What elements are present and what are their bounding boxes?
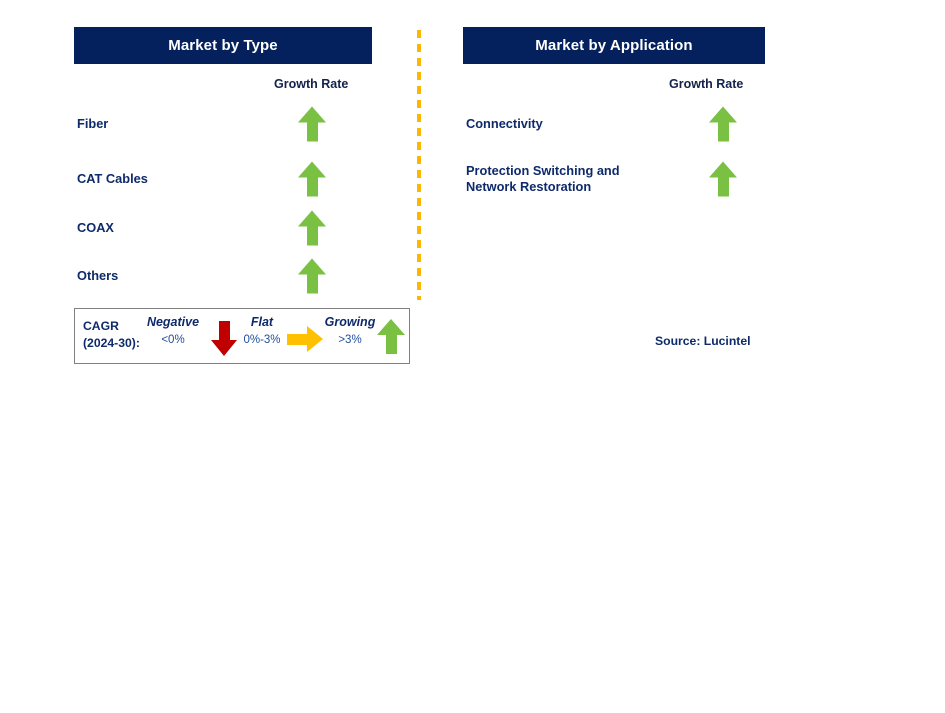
segment-label-fiber: Fiber — [77, 116, 109, 131]
legend-icon-negative — [211, 321, 238, 356]
legend-label-flat: Flat — [250, 315, 274, 329]
legend-label-growing: Growing — [324, 315, 376, 329]
segment-label-connectivity: Connectivity — [466, 116, 543, 131]
segment-label-coax: COAX — [77, 220, 114, 235]
vertical-dashed-divider — [417, 30, 421, 300]
up-arrow-icon — [298, 210, 326, 246]
source-attribution: Source: Lucintel — [655, 334, 751, 348]
panel-header-market-by-type: Market by Type — [74, 27, 372, 64]
up-arrow-icon — [298, 106, 326, 142]
growth-indicator-protection-switching — [709, 161, 737, 197]
down-arrow-icon — [211, 321, 238, 356]
growth-indicator-coax — [298, 210, 326, 246]
segment-label-others: Others — [77, 268, 119, 283]
legend-label-negative: Negative — [146, 315, 200, 329]
segment-label-cat-cables: CAT Cables — [77, 171, 148, 186]
table-row: COAX — [74, 205, 372, 251]
table-row: Others — [74, 253, 372, 299]
growth-rate-column-label: Growth Rate — [669, 77, 744, 91]
up-arrow-icon — [709, 161, 737, 197]
growth-indicator-connectivity — [709, 106, 737, 142]
growth-indicator-cat-cables — [298, 161, 326, 197]
legend-item-growing: Growing >3% — [317, 315, 383, 346]
up-arrow-icon — [298, 258, 326, 294]
cagr-legend: CAGR (2024-30): Negative <0% Flat 0%-3% … — [74, 308, 410, 364]
legend-item-negative: Negative <0% — [143, 315, 203, 346]
legend-cagr-label: CAGR (2024-30): — [83, 319, 140, 350]
legend-icon-growing — [377, 319, 405, 354]
legend-range-flat: 0%-3% — [243, 334, 281, 346]
segment-label-protection-switching: Protection Switching and Network Restora… — [466, 163, 620, 194]
panel-header-market-by-application: Market by Application — [463, 27, 765, 64]
growth-indicator-others — [298, 258, 326, 294]
table-row: CAT Cables — [74, 156, 372, 202]
table-row: Fiber — [74, 101, 372, 147]
growth-rate-column-label: Growth Rate — [274, 77, 349, 91]
table-row: Protection Switching and Network Restora… — [463, 156, 765, 202]
growth-indicator-fiber — [298, 106, 326, 142]
legend-item-flat: Flat 0%-3% — [235, 315, 289, 346]
up-arrow-icon — [298, 161, 326, 197]
up-arrow-icon — [377, 319, 405, 354]
legend-range-negative: <0% — [161, 334, 185, 346]
up-arrow-icon — [709, 106, 737, 142]
table-row: Connectivity — [463, 101, 765, 147]
legend-range-growing: >3% — [338, 334, 362, 346]
